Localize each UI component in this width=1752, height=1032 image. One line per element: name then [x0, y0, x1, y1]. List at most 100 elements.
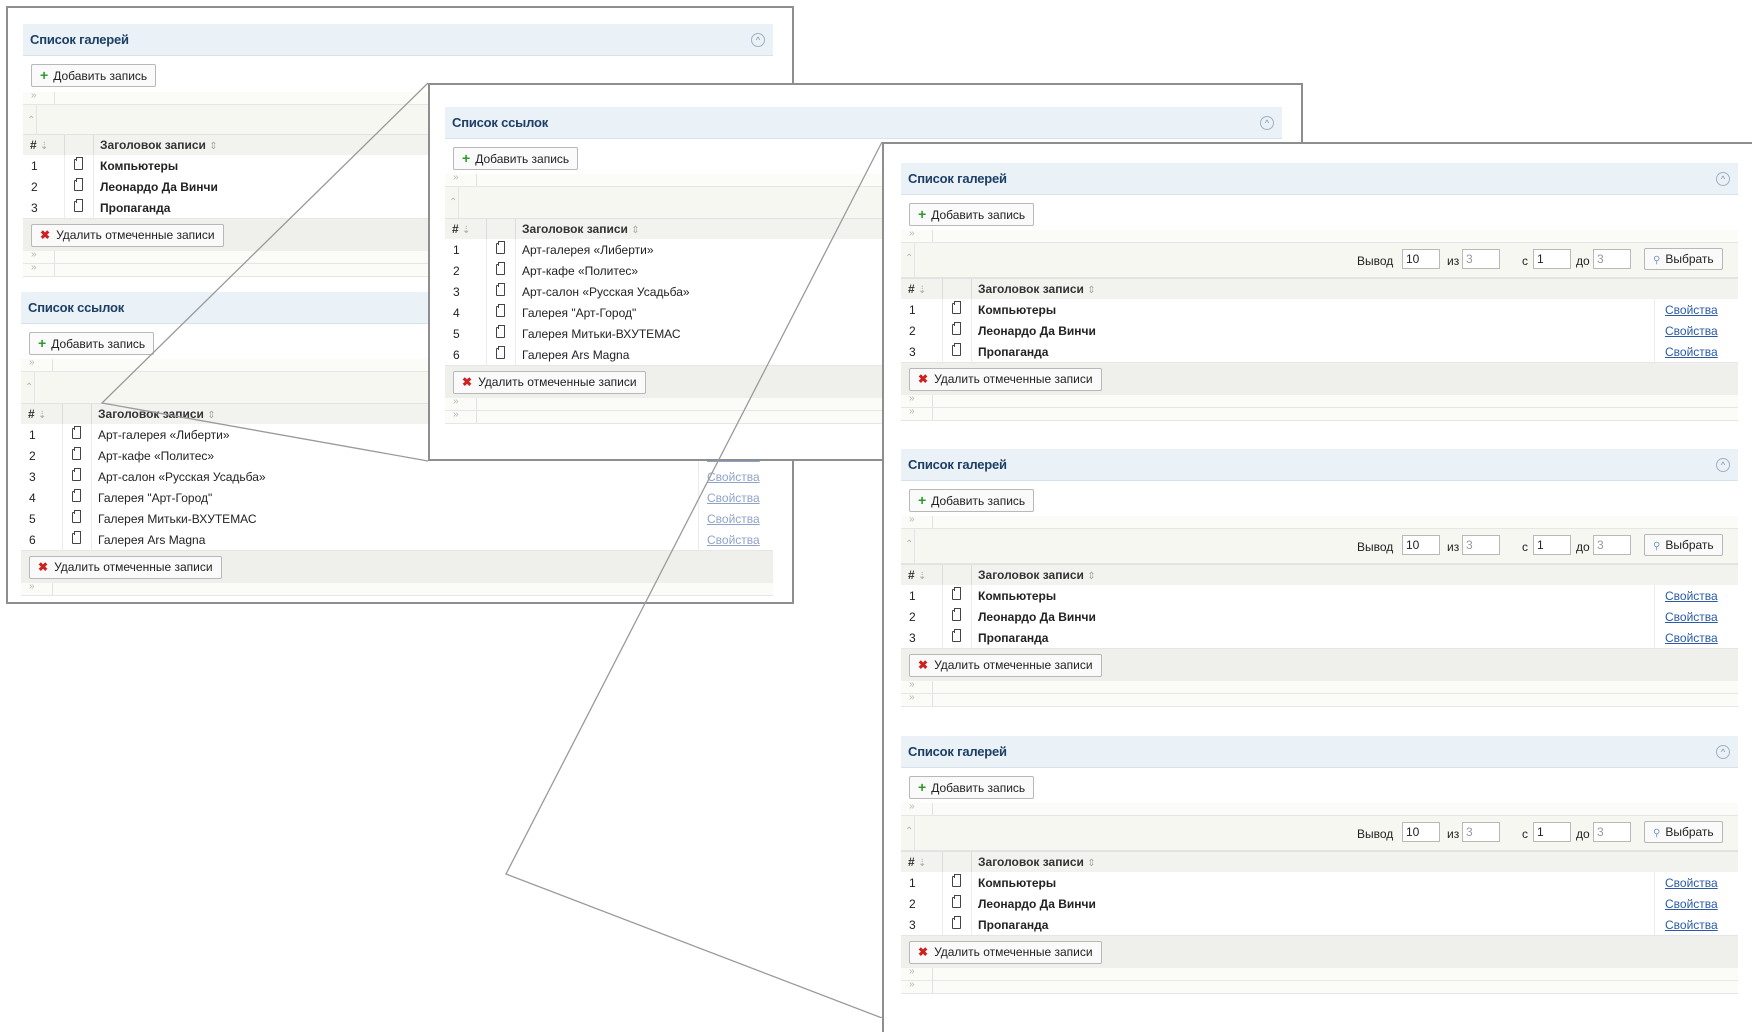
delete-selected-button[interactable]: ✖ Удалить отмеченные записи: [29, 556, 222, 579]
properties-link[interactable]: Свойства: [1665, 918, 1718, 932]
col-title-header[interactable]: Заголовок записи ⇕: [978, 282, 1096, 296]
from-input[interactable]: 1: [1533, 822, 1571, 842]
delete-selected-button[interactable]: ✖ Удалить отмеченные записи: [453, 371, 646, 394]
properties-link[interactable]: Свойства: [1665, 345, 1718, 359]
properties-link[interactable]: Свойства: [1665, 610, 1718, 624]
properties-link[interactable]: Свойства: [1665, 876, 1718, 890]
per-page-input[interactable]: 10: [1402, 822, 1440, 842]
col-num-header[interactable]: # ⇣: [908, 282, 926, 296]
total-input[interactable]: 3: [1462, 249, 1500, 269]
expand-strip[interactable]: »: [21, 581, 773, 596]
document-icon[interactable]: [72, 489, 81, 502]
col-num-header[interactable]: # ⇣: [908, 855, 926, 869]
table-row[interactable]: 1 Компьютеры Свойства: [901, 872, 1738, 894]
table-row[interactable]: 3 Пропаганда Свойства: [901, 341, 1738, 363]
document-icon[interactable]: [952, 587, 961, 600]
add-record-button[interactable]: + Добавить запись: [909, 489, 1035, 512]
collapse-arrow-icon[interactable]: ⌃: [27, 115, 35, 126]
expand-strip[interactable]: »: [901, 692, 1738, 707]
document-icon[interactable]: [496, 346, 505, 359]
delete-selected-button[interactable]: ✖ Удалить отмеченные записи: [909, 654, 1102, 677]
expand-strip[interactable]: »: [901, 393, 1738, 408]
document-icon[interactable]: [952, 916, 961, 929]
collapse-icon[interactable]: ^: [751, 33, 765, 47]
collapse-arrow-icon[interactable]: ⌃: [449, 197, 457, 208]
document-icon[interactable]: [952, 322, 961, 335]
properties-link[interactable]: Свойства: [1665, 324, 1718, 338]
select-button[interactable]: ⚲ Выбрать: [1644, 821, 1723, 843]
table-row[interactable]: 5 Галерея Митьки-ВХУТЕМАС Свойства: [21, 508, 773, 530]
col-title-header[interactable]: Заголовок записи ⇕: [100, 138, 218, 152]
properties-link[interactable]: Свойства: [1665, 303, 1718, 317]
col-title-header[interactable]: Заголовок записи ⇕: [522, 222, 640, 236]
table-row[interactable]: 1 Компьютеры Свойства: [901, 299, 1738, 321]
document-icon[interactable]: [72, 510, 81, 523]
to-input[interactable]: 3: [1593, 822, 1631, 842]
expand-strip[interactable]: »: [901, 801, 1738, 816]
document-icon[interactable]: [952, 874, 961, 887]
expand-strip[interactable]: »: [901, 406, 1738, 421]
document-icon[interactable]: [952, 895, 961, 908]
collapse-icon[interactable]: ^: [1716, 458, 1730, 472]
document-icon[interactable]: [952, 629, 961, 642]
document-icon[interactable]: [74, 199, 83, 212]
collapse-arrow-icon[interactable]: ⌃: [25, 382, 33, 393]
delete-selected-button[interactable]: ✖ Удалить отмеченные записи: [31, 224, 224, 247]
properties-link[interactable]: Свойства: [1665, 631, 1718, 645]
table-row[interactable]: 2 Леонардо Да Винчи Свойства: [901, 606, 1738, 628]
total-input[interactable]: 3: [1462, 535, 1500, 555]
table-row[interactable]: 3 Арт-салон «Русская Усадьба» Свойства: [21, 466, 773, 488]
document-icon[interactable]: [72, 531, 81, 544]
add-record-button[interactable]: + Добавить запись: [453, 147, 579, 170]
total-input[interactable]: 3: [1462, 822, 1500, 842]
table-row[interactable]: 2 Леонардо Да Винчи Свойства: [901, 320, 1738, 342]
table-row[interactable]: 6 Галерея Ars Magna Свойства: [21, 529, 773, 551]
to-input[interactable]: 3: [1593, 535, 1631, 555]
to-input[interactable]: 3: [1593, 249, 1631, 269]
properties-link[interactable]: Свойства: [707, 470, 760, 484]
add-record-button[interactable]: + Добавить запись: [31, 64, 157, 87]
expand-strip[interactable]: »: [901, 966, 1738, 981]
document-icon[interactable]: [74, 178, 83, 191]
table-row[interactable]: 4 Галерея "Арт-Город" Свойства: [21, 487, 773, 509]
properties-link[interactable]: Свойства: [1665, 589, 1718, 603]
table-row[interactable]: 2 Леонардо Да Винчи Свойства: [901, 893, 1738, 915]
properties-link[interactable]: Свойства: [707, 491, 760, 505]
expand-strip[interactable]: »: [901, 679, 1738, 694]
delete-selected-button[interactable]: ✖ Удалить отмеченные записи: [909, 368, 1102, 391]
table-row[interactable]: 3 Пропаганда Свойства: [901, 627, 1738, 649]
per-page-input[interactable]: 10: [1402, 249, 1440, 269]
col-title-header[interactable]: Заголовок записи ⇕: [98, 407, 216, 421]
collapse-icon[interactable]: ^: [1260, 116, 1274, 130]
add-record-button[interactable]: + Добавить запись: [909, 203, 1035, 226]
per-page-input[interactable]: 10: [1402, 535, 1440, 555]
document-icon[interactable]: [496, 241, 505, 254]
properties-link[interactable]: Свойства: [707, 512, 760, 526]
document-icon[interactable]: [496, 262, 505, 275]
add-record-button[interactable]: + Добавить запись: [909, 776, 1035, 799]
col-num-header[interactable]: # ⇣: [452, 222, 470, 236]
document-icon[interactable]: [952, 343, 961, 356]
collapse-arrow-icon[interactable]: ⌃: [905, 539, 913, 550]
collapse-icon[interactable]: ^: [1716, 172, 1730, 186]
document-icon[interactable]: [496, 304, 505, 317]
col-title-header[interactable]: Заголовок записи ⇕: [978, 855, 1096, 869]
document-icon[interactable]: [496, 325, 505, 338]
table-row[interactable]: 3 Пропаганда Свойства: [901, 914, 1738, 936]
delete-selected-button[interactable]: ✖ Удалить отмеченные записи: [909, 941, 1102, 964]
col-title-header[interactable]: Заголовок записи ⇕: [978, 568, 1096, 582]
expand-strip[interactable]: »: [901, 979, 1738, 994]
collapse-arrow-icon[interactable]: ⌃: [905, 826, 913, 837]
expand-strip[interactable]: »: [901, 228, 1738, 243]
expand-strip[interactable]: »: [901, 514, 1738, 529]
table-row[interactable]: 1 Компьютеры Свойства: [901, 585, 1738, 607]
document-icon[interactable]: [74, 157, 83, 170]
from-input[interactable]: 1: [1533, 535, 1571, 555]
select-button[interactable]: ⚲ Выбрать: [1644, 534, 1723, 556]
select-button[interactable]: ⚲ Выбрать: [1644, 248, 1723, 270]
document-icon[interactable]: [496, 283, 505, 296]
collapse-icon[interactable]: ^: [1716, 745, 1730, 759]
add-record-button[interactable]: + Добавить запись: [29, 332, 155, 355]
document-icon[interactable]: [72, 426, 81, 439]
collapse-arrow-icon[interactable]: ⌃: [905, 253, 913, 264]
